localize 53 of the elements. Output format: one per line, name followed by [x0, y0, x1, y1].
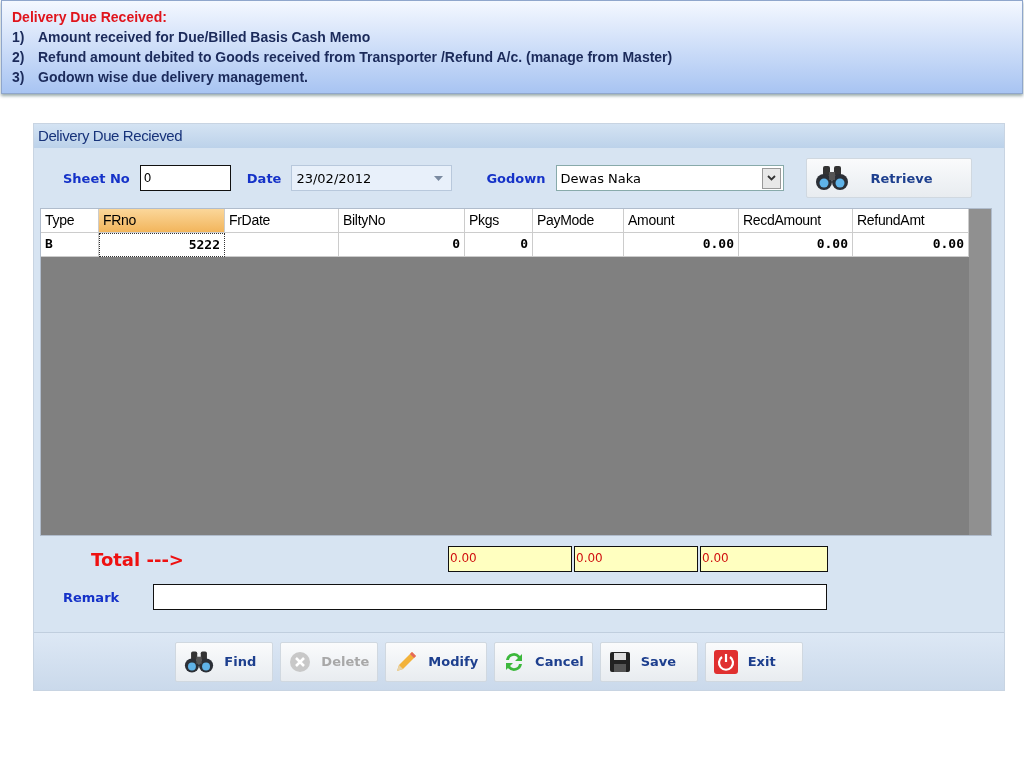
column-header[interactable]: FrDate [225, 209, 339, 233]
total-field: 0.00 [574, 546, 698, 572]
field-label: Date [246, 170, 282, 186]
note-text: Godown wise due delivery management. [38, 68, 308, 87]
table-cell[interactable]: 0.00 [853, 233, 969, 257]
table-cell[interactable]: 0.00 [739, 233, 853, 257]
column-header[interactable]: Amount [624, 209, 739, 233]
table-cell[interactable]: B [41, 233, 99, 257]
toolbar-button[interactable]: Find [175, 641, 274, 682]
table-cell[interactable]: 5222 [99, 233, 225, 257]
toolbar-button[interactable]: Save [599, 641, 698, 682]
list-number: 2) [12, 48, 26, 67]
binoculars-icon [184, 648, 215, 675]
field-label: Remark [63, 589, 121, 605]
notes-title: Delivery Due Received: [12, 8, 168, 27]
date-picker[interactable]: 23/02/2012 [291, 165, 453, 191]
note-text: Amount received for Due/Billed Basis Cash Memo [38, 28, 371, 47]
toolbar-button[interactable]: Exit [704, 641, 803, 682]
table-cell[interactable]: 0.00 [624, 233, 739, 257]
x-circle-icon [289, 650, 312, 673]
table-cell[interactable] [533, 233, 624, 257]
godown-dropdown[interactable]: Dewas Naka [555, 165, 784, 191]
table-cell[interactable]: 0 [465, 233, 533, 257]
table-cell[interactable]: 0 [339, 233, 465, 257]
total-field: 0.00 [700, 546, 828, 572]
toolbar-button[interactable]: Modify [385, 641, 488, 682]
total-field: 0.00 [448, 546, 572, 572]
column-header[interactable]: FRno [99, 209, 225, 233]
note-text: Refund amount debited to Goods received from Transporter /Refund A/c. (manage from Master) [38, 48, 673, 67]
column-header[interactable]: Type [41, 209, 99, 233]
sheet-no-field[interactable]: 0 [139, 165, 231, 191]
column-header[interactable]: RefundAmt [853, 209, 969, 233]
chevron-down-icon [766, 175, 776, 181]
field-label: Sheet No [63, 170, 130, 186]
dropdown-arrow-icon [434, 175, 444, 181]
power-icon [713, 649, 738, 674]
dropdown-button[interactable] [761, 167, 781, 189]
window-title: Delivery Due Recieved [38, 127, 183, 144]
binoculars-icon [814, 164, 849, 192]
toolbar-button[interactable]: Cancel [494, 641, 593, 682]
pencil-icon [394, 649, 419, 674]
list-number: 3) [12, 68, 26, 87]
retrieve-button[interactable]: Retrieve [805, 158, 972, 198]
column-header[interactable]: RecdAmount [739, 209, 853, 233]
field-label: Godown [486, 170, 546, 186]
scrollbar-track[interactable] [969, 209, 991, 535]
column-header[interactable]: BiltyNo [339, 209, 465, 233]
total-label: Total ---> [91, 548, 185, 570]
table-cell[interactable] [225, 233, 339, 257]
remark-field[interactable] [153, 584, 827, 610]
column-header[interactable]: PayMode [533, 209, 624, 233]
column-header[interactable]: Pkgs [465, 209, 533, 233]
list-number: 1) [12, 28, 26, 47]
